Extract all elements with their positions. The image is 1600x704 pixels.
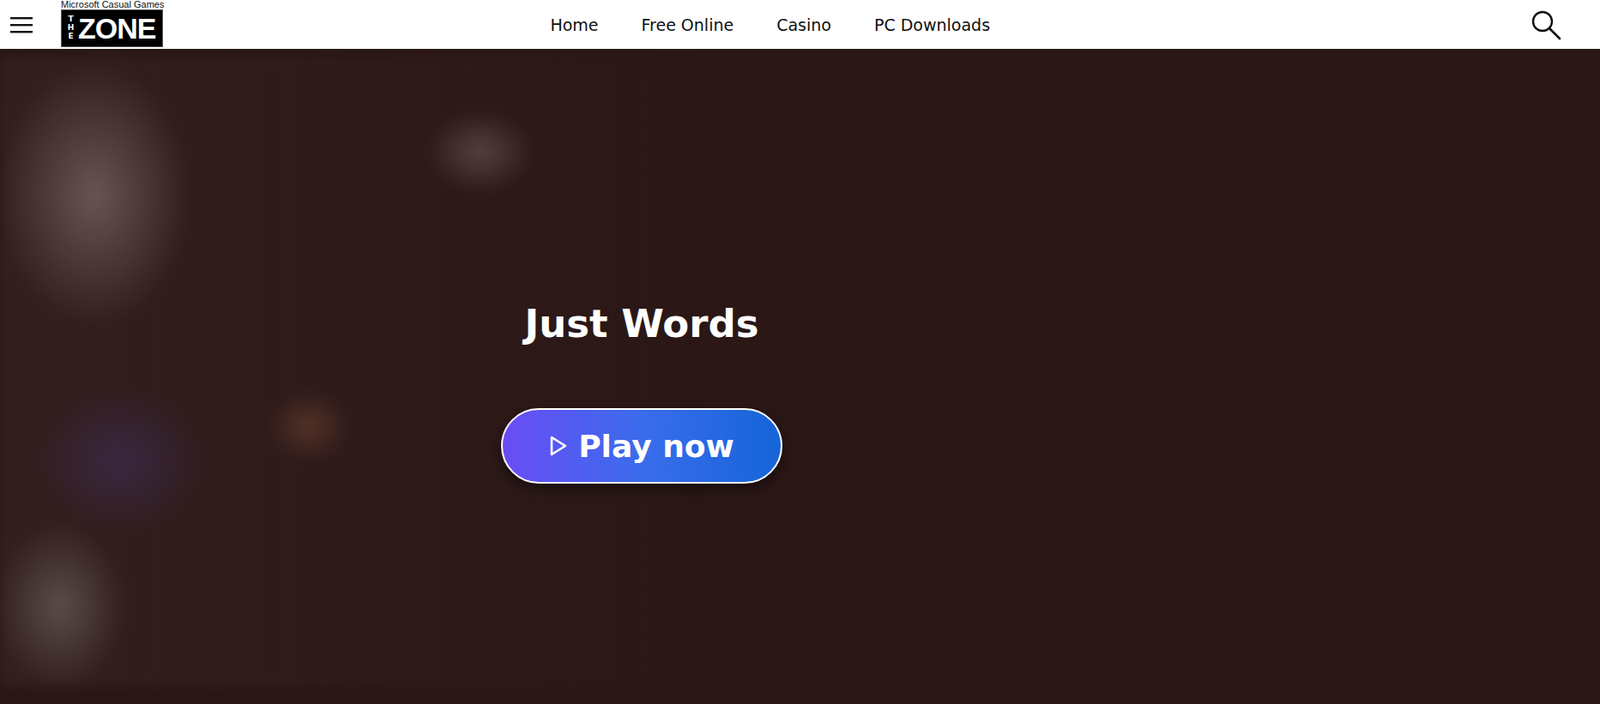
- play-button[interactable]: Play now: [501, 408, 783, 484]
- top-bar: Microsoft Casual GamesTHEZONEHomeFree On…: [0, 0, 1600, 49]
- logo[interactable]: Microsoft Casual GamesTHEZONE: [60, 0, 164, 48]
- page: Microsoft Casual GamesTHEZONEHomeFree On…: [0, 0, 1600, 704]
- nav-item[interactable]: Casino: [776, 15, 832, 35]
- menu-button[interactable]: [10, 15, 33, 35]
- logo-box: THEZONE: [60, 9, 164, 48]
- game-title: Just Words: [525, 300, 760, 349]
- hero-content: Just Words Play now: [0, 48, 1284, 704]
- search-button[interactable]: [1530, 9, 1562, 41]
- logo-the: THE: [66, 15, 75, 42]
- nav-item[interactable]: Home: [549, 15, 598, 35]
- nav-item[interactable]: Free Online: [641, 15, 735, 35]
- hamburger-icon: [10, 15, 33, 35]
- play-label: Play now: [578, 428, 735, 465]
- logo-name: ZONE: [78, 12, 156, 44]
- logo-tagline: Microsoft Casual Games: [60, 0, 164, 10]
- play-icon: [549, 434, 568, 458]
- hero: Just Words Play now: [0, 48, 1600, 704]
- nav-item[interactable]: PC Downloads: [874, 15, 991, 35]
- main-nav: Home Free Online Casino PC Downloads: [163, 15, 1531, 35]
- search-icon: [1530, 9, 1562, 41]
- hero-image: [0, 57, 704, 687]
